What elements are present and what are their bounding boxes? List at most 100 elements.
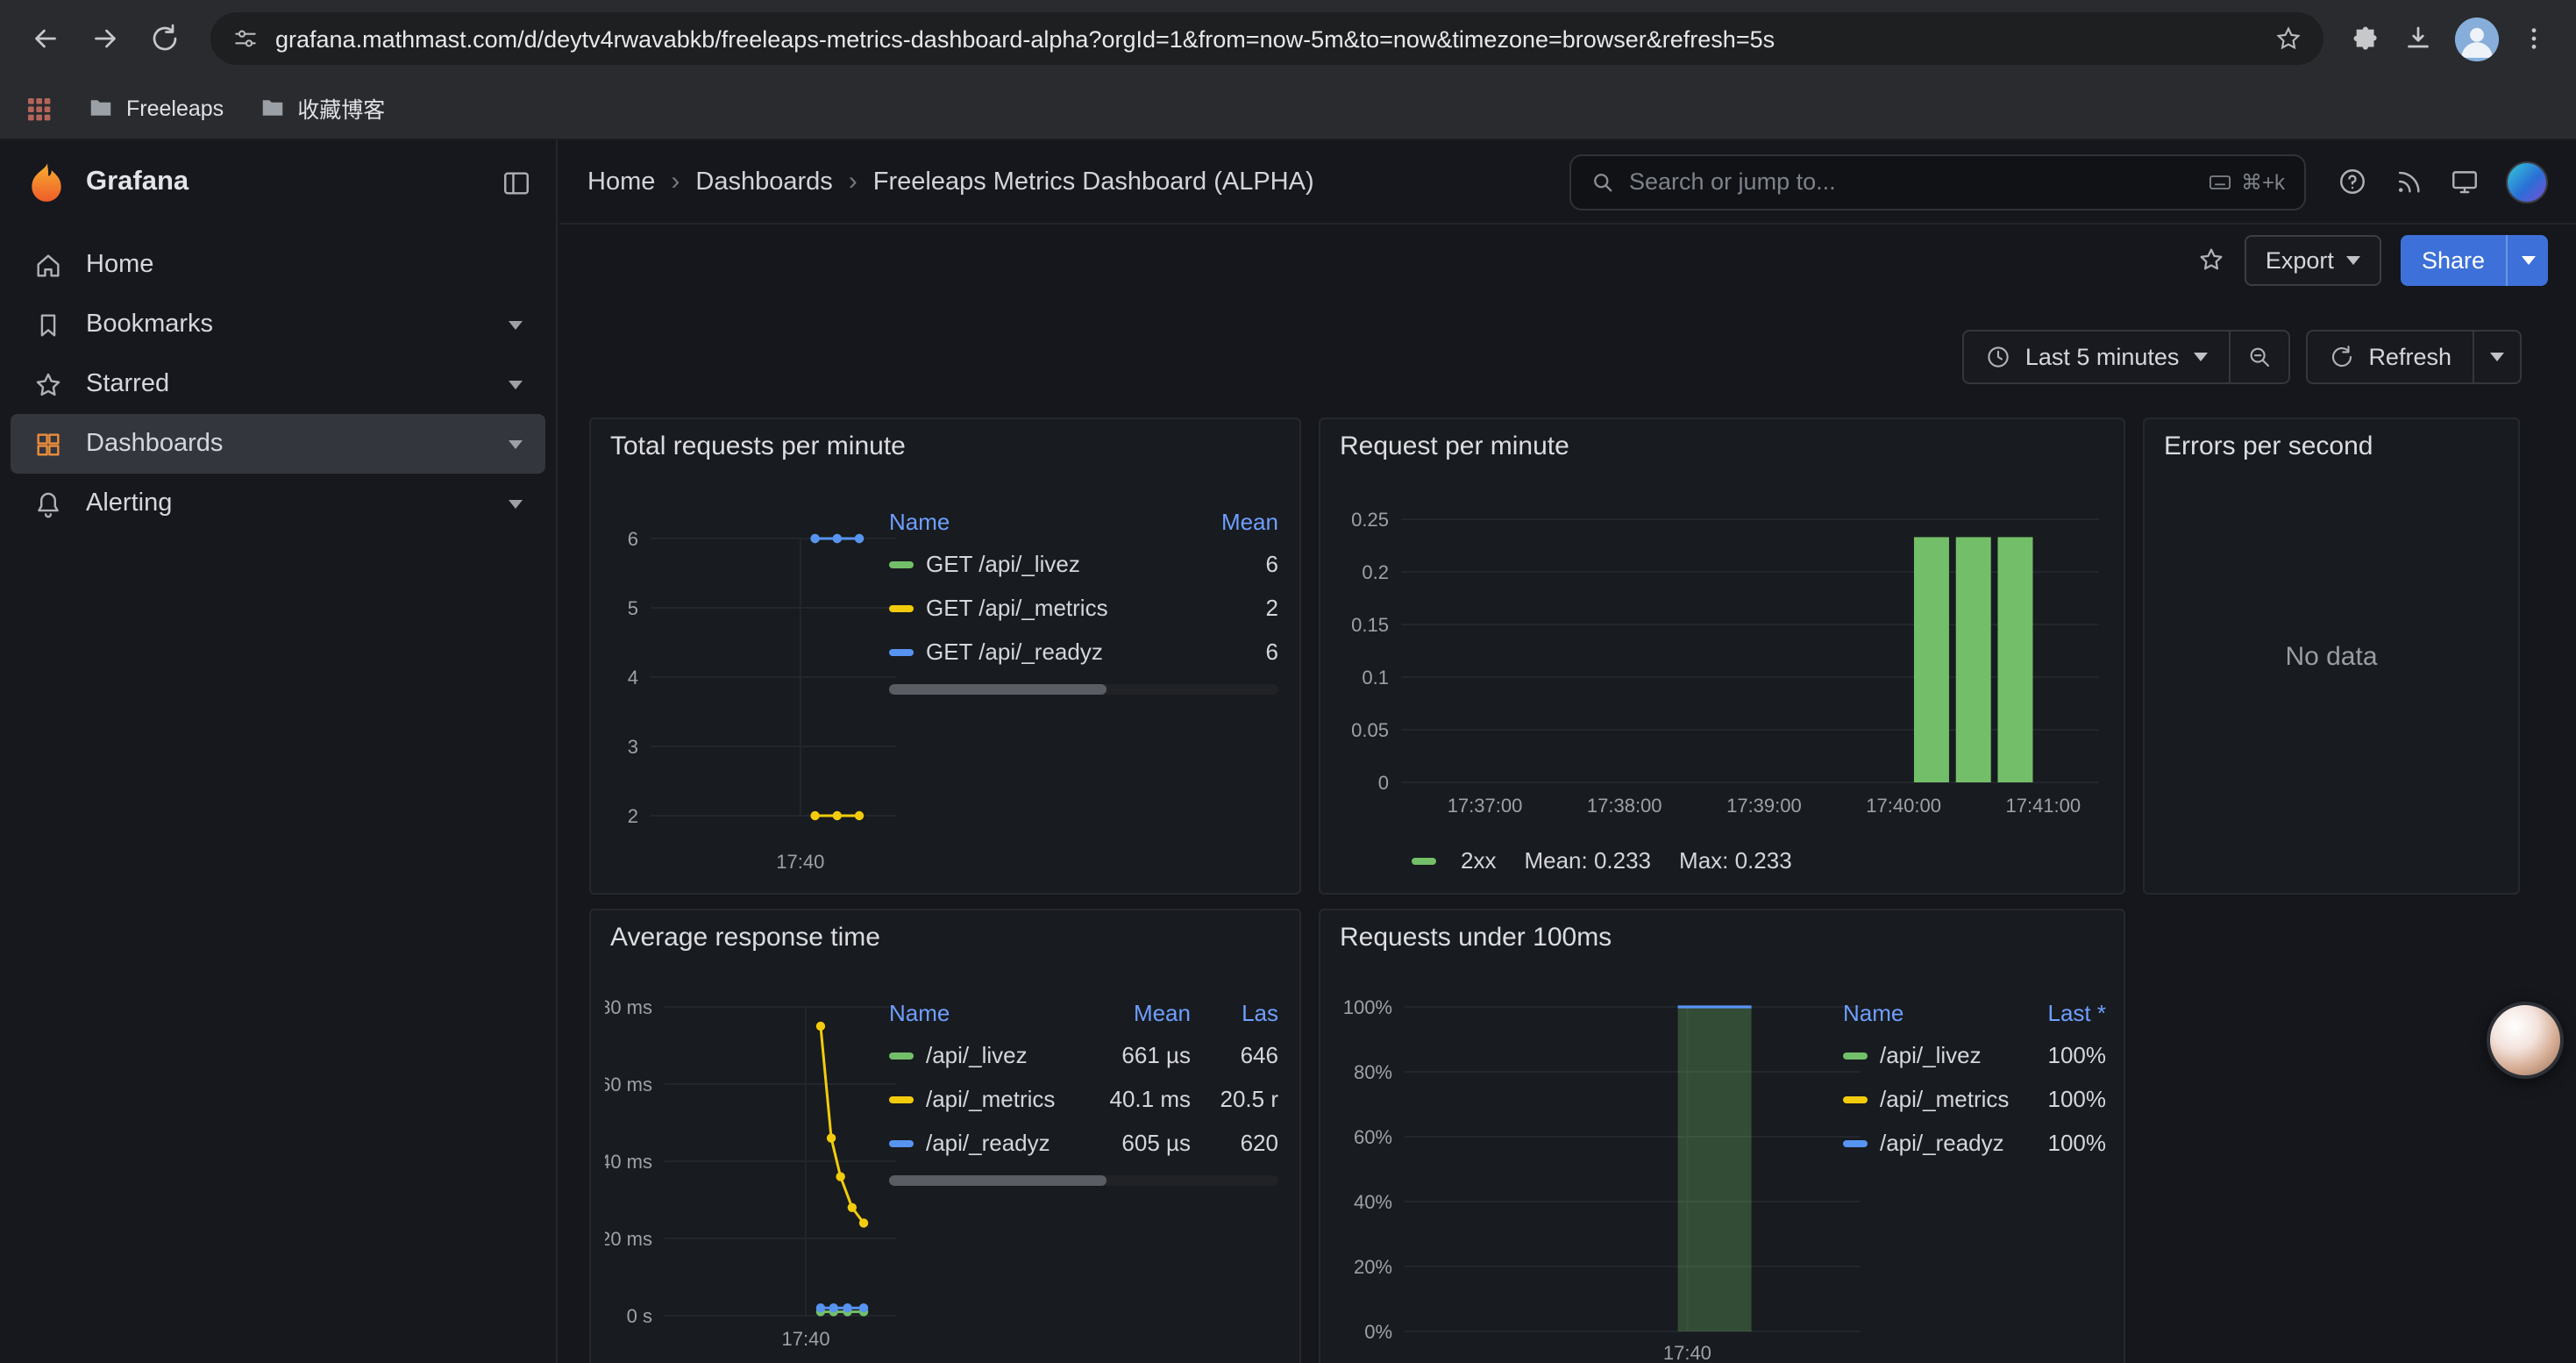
extensions-icon[interactable] — [2352, 24, 2381, 54]
favorite-star-icon[interactable] — [2197, 246, 2225, 274]
bookmark-folder-freeleaps[interactable]: Freeleaps — [88, 95, 224, 121]
zoom-out-button[interactable] — [2228, 332, 2288, 382]
back-button[interactable] — [18, 11, 74, 67]
legend-value-last: 646 — [1205, 1042, 1278, 1068]
export-button[interactable]: Export — [2245, 234, 2381, 285]
series-label[interactable]: /api/_metrics — [926, 1086, 1055, 1112]
legend-value-mean: 2 — [1180, 595, 1278, 621]
legend-row[interactable]: /api/_livez 661 µs 646 — [889, 1033, 1278, 1077]
keyboard-icon — [2208, 169, 2232, 194]
legend-col-last[interactable]: Las — [1205, 999, 1278, 1025]
legend-row[interactable]: /api/_metrics40.1 ms20.5 r — [889, 1077, 1278, 1121]
apps-grid-icon[interactable] — [25, 94, 53, 122]
forward-button[interactable] — [77, 11, 133, 67]
series-label[interactable]: GET /api/_metrics — [926, 595, 1108, 621]
panel-title[interactable]: Requests under 100ms — [1340, 923, 1612, 953]
refresh-button[interactable]: Refresh — [2307, 332, 2473, 382]
scrollbar-thumb[interactable] — [889, 684, 1107, 695]
news-rss-icon[interactable] — [2394, 167, 2423, 196]
grafana-header: Home › Dashboards › Freeleaps Metrics Da… — [559, 140, 2576, 225]
url-text[interactable]: grafana.mathmast.com/d/deytv4rwavabkb/fr… — [275, 25, 2259, 52]
search-box[interactable]: ⌘+k — [1569, 153, 2306, 210]
scrollbar-thumb[interactable] — [889, 1175, 1107, 1186]
sidebar-item-alerting[interactable]: Alerting — [11, 474, 545, 533]
legend-row[interactable]: 2xx Mean: 0.233 Max: 0.233 — [1412, 847, 1792, 874]
legend-row[interactable]: /api/_readyz605 µs620 — [889, 1121, 1278, 1165]
bookmark-folder-blogs[interactable]: 收藏博客 — [259, 91, 385, 125]
breadcrumb-separator-icon: › — [671, 167, 680, 196]
legend-stat-max: Max: 0.233 — [1679, 847, 1792, 874]
series-label[interactable]: GET /api/_livez — [926, 551, 1080, 577]
series-label[interactable]: GET /api/_readyz — [926, 639, 1103, 665]
series-label[interactable]: /api/_readyz — [1880, 1130, 2004, 1156]
series-color-dash — [889, 560, 914, 567]
legend-col-last[interactable]: Last * — [2032, 999, 2106, 1025]
panel-title[interactable]: Total requests per minute — [610, 432, 906, 461]
time-range-button[interactable]: Last 5 minutes — [1964, 332, 2229, 382]
panel-title[interactable]: Request per minute — [1340, 432, 1569, 461]
sidebar-item-starred[interactable]: Starred — [11, 354, 545, 414]
legend-row[interactable]: /api/_livez100% — [1843, 1033, 2106, 1077]
grafana-logo-icon[interactable] — [25, 161, 68, 204]
svg-text:4: 4 — [628, 667, 638, 689]
bookmark-star-icon[interactable] — [2274, 25, 2302, 53]
chevron-down-icon[interactable] — [509, 320, 523, 329]
series-color-dash — [889, 648, 914, 655]
sidebar-header: Grafana — [0, 140, 556, 225]
chevron-down-icon[interactable] — [509, 380, 523, 389]
legend-col-mean[interactable]: Mean — [1092, 999, 1191, 1025]
breadcrumb-home[interactable]: Home — [587, 168, 655, 196]
svg-text:100%: 100% — [1343, 996, 1392, 1018]
dock-sidebar-icon[interactable] — [502, 168, 531, 197]
legend-row[interactable]: GET /api/_readyz6 — [889, 630, 1278, 674]
browser-menu-icon[interactable] — [2520, 25, 2548, 53]
series-label[interactable]: /api/_metrics — [1880, 1086, 2009, 1112]
url-bar[interactable]: grafana.mathmast.com/d/deytv4rwavabkb/fr… — [210, 12, 2323, 65]
legend-row[interactable]: GET /api/_livez6 — [889, 542, 1278, 586]
legend-col-name[interactable]: Name — [889, 999, 1078, 1025]
help-icon[interactable] — [2338, 167, 2367, 196]
bookmarks-bar: Freeleaps 收藏博客 — [0, 77, 2576, 140]
svg-text:3: 3 — [628, 736, 638, 758]
search-input[interactable] — [1629, 168, 2194, 195]
refresh-group: Refresh — [2305, 330, 2522, 384]
legend-value-last: 100% — [2032, 1086, 2106, 1112]
svg-text:40 ms: 40 ms — [605, 1151, 652, 1173]
sidebar-item-dashboards[interactable]: Dashboards — [11, 414, 545, 474]
legend-row[interactable]: /api/_readyz100% — [1843, 1121, 2106, 1165]
series-label[interactable]: 2xx — [1461, 847, 1496, 874]
legend-col-name[interactable]: Name — [889, 508, 1166, 534]
share-menu-button[interactable] — [2506, 234, 2548, 285]
refresh-interval-button[interactable] — [2473, 332, 2520, 382]
browser-profile-avatar[interactable] — [2455, 17, 2499, 61]
breadcrumb-dashboards[interactable]: Dashboards — [695, 168, 832, 196]
site-info-icon[interactable] — [231, 25, 260, 53]
series-label[interactable]: /api/_readyz — [926, 1130, 1050, 1156]
sidebar-item-label: Bookmarks — [86, 310, 213, 339]
legend-row[interactable]: /api/_metrics 100% — [1843, 1077, 2106, 1121]
kiosk-monitor-icon[interactable] — [2450, 167, 2480, 196]
svg-text:17:41:00: 17:41:00 — [2005, 795, 2081, 817]
sidebar-item-label: Dashboards — [86, 430, 223, 458]
legend-col-mean[interactable]: Mean — [1180, 508, 1278, 534]
sidebar-item-bookmarks[interactable]: Bookmarks — [11, 295, 545, 354]
floating-assistant-avatar[interactable] — [2487, 1002, 2564, 1079]
chevron-down-icon[interactable] — [509, 439, 523, 448]
series-color-dash — [889, 1139, 914, 1146]
legend-scrollbar[interactable] — [889, 684, 1278, 695]
series-label[interactable]: /api/_livez — [926, 1042, 1028, 1068]
series-label[interactable]: /api/_livez — [1880, 1042, 1982, 1068]
svg-text:0.25: 0.25 — [1351, 509, 1389, 531]
home-icon — [33, 250, 63, 280]
panel-title[interactable]: Average response time — [610, 923, 880, 953]
legend-row[interactable]: GET /api/_metrics 2 — [889, 586, 1278, 630]
legend-scrollbar[interactable] — [889, 1175, 1278, 1186]
legend-value-mean: 661 µs — [1092, 1042, 1191, 1068]
downloads-icon[interactable] — [2402, 23, 2434, 54]
share-button[interactable]: Share — [2401, 234, 2506, 285]
user-avatar[interactable] — [2506, 161, 2548, 203]
reload-button[interactable] — [137, 11, 193, 67]
sidebar-item-home[interactable]: Home — [11, 235, 545, 295]
legend-col-name[interactable]: Name — [1843, 999, 2018, 1025]
chevron-down-icon[interactable] — [509, 499, 523, 508]
